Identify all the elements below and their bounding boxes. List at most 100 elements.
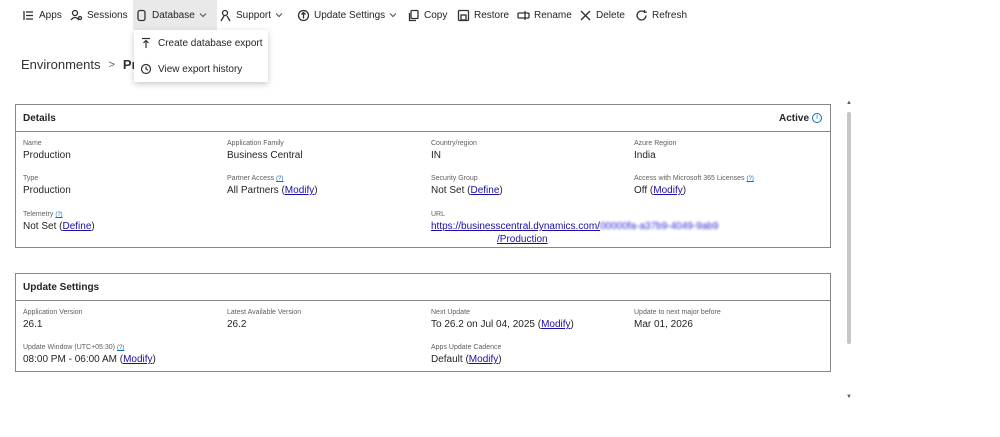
telemetry-suffix: ) [91,221,95,232]
vertical-scrollbar[interactable]: ▲ ▼ [846,98,852,402]
update-window-label: Update Window (UTC+05:30) [23,344,116,351]
type-field: Type Production [23,175,71,196]
m365-access-field: Access with Microsoft 365 Licenses (?) Of… [634,175,754,196]
azure-region-field: Azure Region India [634,140,676,161]
rename-icon [517,9,530,22]
next-major-field: Update to next major before Mar 01, 2026 [634,309,721,330]
details-card: Details Active i Name Production Applica… [15,104,831,248]
update-window-field: Update Window (UTC+05:30) (?) 08:00 PM - … [23,344,156,365]
scroll-up-arrow-icon[interactable]: ▲ [846,100,852,106]
update-window-modify-link[interactable]: Modify [123,354,152,365]
restore-icon [457,9,470,22]
partner-access-label: Partner Access [227,175,275,182]
rename-label: Rename [534,9,572,21]
m365-access-help-link[interactable]: (?) [747,176,754,182]
sessions-button[interactable]: Sessions [68,0,133,30]
apps-cadence-value-row: Default (Modify) [431,354,502,365]
telemetry-label-row: Telemetry (?) [23,211,95,218]
telemetry-define-link[interactable]: Define [62,221,91,232]
application-version-label: Application Version [23,309,83,316]
security-group-field: Security Group Not Set (Define) [431,175,503,196]
support-label: Support [236,9,272,21]
next-update-suffix: ) [570,319,574,330]
restore-button[interactable]: Restore [455,0,515,30]
name-value: Production [23,150,71,161]
rename-button[interactable]: Rename [515,0,577,30]
country-region-label: Country/region [431,140,477,147]
telemetry-help-link[interactable]: (?) [55,212,62,218]
details-title: Details [23,112,56,124]
apps-cadence-field: Apps Update Cadence Default (Modify) [431,344,502,365]
security-group-value: Not Set ( [431,185,471,196]
update-settings-icon [297,9,310,22]
m365-access-suffix: ) [682,185,687,196]
command-bar: Apps Sessions Database Support Update Se… [0,0,760,30]
apps-cadence-label: Apps Update Cadence [431,344,502,351]
m365-access-value: Off ( [634,185,654,196]
type-label: Type [23,175,39,182]
update-window-value: 08:00 PM - 06:00 AM ( [23,354,124,365]
name-field: Name Production [23,140,71,161]
latest-version-field: Latest Available Version 26.2 [227,309,301,330]
environment-details-panel: Details Active i Name Production Applica… [0,98,850,402]
status-badge: Active i [779,113,822,124]
url-value-row: https://businesscentral.dynamics.com/000… [431,221,718,232]
support-button[interactable]: Support [217,0,295,30]
partner-access-suffix: ) [314,185,318,196]
url-field: URL https://businesscentral.dynamics.com… [431,211,718,245]
environment-url-link-line2[interactable]: /Production [497,234,548,245]
apps-cadence-modify-link[interactable]: Modify [469,354,498,365]
type-value: Production [23,185,71,196]
chevron-right-icon: > [108,58,115,71]
apps-label: Apps [39,9,62,21]
database-button[interactable]: Database [133,0,217,30]
info-icon[interactable]: i [812,113,822,123]
url-redacted-segment: 00000fa-a37b9-4049-9ab9 [599,221,719,232]
update-window-help-link[interactable]: (?) [117,345,124,351]
export-up-icon [140,37,152,49]
application-version-value: 26.1 [23,319,43,330]
next-update-modify-link[interactable]: Modify [541,319,570,330]
update-settings-button[interactable]: Update Settings [295,0,405,30]
next-update-field: Next Update To 26.2 on Jul 04, 2025 (Mod… [431,309,574,330]
scroll-down-arrow-icon[interactable]: ▼ [846,394,852,400]
delete-button[interactable]: Delete [577,0,633,30]
partner-access-modify-link[interactable]: Modify [285,185,314,196]
breadcrumb-environments[interactable]: Environments [21,57,100,72]
security-group-suffix: ) [499,185,503,196]
restore-label: Restore [474,9,510,21]
copy-button[interactable]: Copy [405,0,455,30]
details-card-header: Details Active i [16,105,830,132]
partner-access-help-link[interactable]: (?) [276,176,283,182]
view-export-history-item[interactable]: View export history [134,56,268,82]
environment-url-link[interactable]: https://businesscentral.dynamics.com/ [431,221,600,232]
application-version-field: Application Version 26.1 [23,309,83,330]
apps-cadence-suffix: ) [498,354,502,365]
apps-button[interactable]: Apps [20,0,68,30]
refresh-label: Refresh [652,9,688,21]
azure-region-value: India [634,150,656,161]
refresh-icon [635,9,648,22]
m365-access-label: Access with Microsoft 365 Licenses [634,175,745,182]
refresh-button[interactable]: Refresh [633,0,697,30]
database-label: Database [152,9,195,21]
create-database-export-item[interactable]: Create database export [134,30,268,56]
apps-list-icon [22,9,35,22]
security-group-value-row: Not Set (Define) [431,185,503,196]
scrollbar-thumb[interactable] [847,112,851,344]
m365-access-modify-link[interactable]: Modify [653,185,682,196]
next-major-label: Update to next major before [634,309,721,316]
telemetry-field: Telemetry (?) Not Set (Define) [23,211,95,232]
view-export-history-label: View export history [158,63,243,75]
delete-label: Delete [596,9,625,21]
update-window-value-row: 08:00 PM - 06:00 AM (Modify) [23,354,156,365]
latest-version-label: Latest Available Version [227,309,302,316]
partner-access-value-row: All Partners (Modify) [227,185,318,196]
telemetry-value-row: Not Set (Define) [23,221,95,232]
chevron-down-icon [199,11,207,19]
country-region-field: Country/region IN [431,140,477,161]
url-line2-row: /Production [431,234,718,245]
security-group-define-link[interactable]: Define [470,185,499,196]
next-update-value-row: To 26.2 on Jul 04, 2025 (Modify) [431,319,574,330]
name-label: Name [23,140,42,147]
